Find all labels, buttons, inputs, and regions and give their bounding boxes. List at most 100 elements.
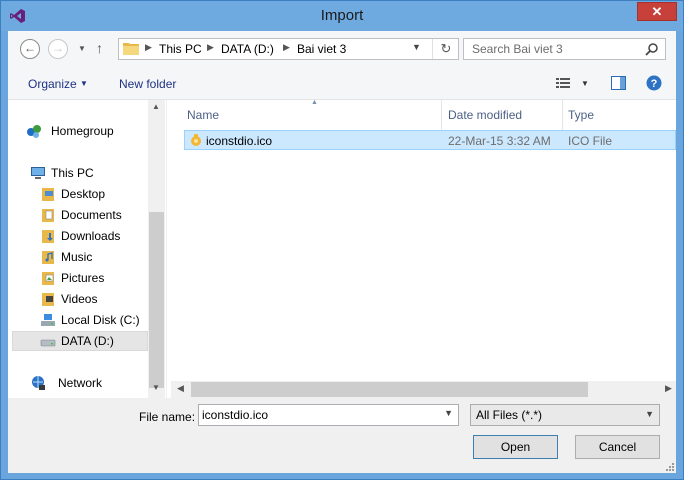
address-bar[interactable]: ▶ This PC ▶ DATA (D:) ▶ Bai viet 3 ▼ ↻	[118, 38, 459, 60]
search-icon[interactable]	[645, 42, 659, 56]
forward-arrow-icon: →	[52, 41, 64, 55]
file-row-selected[interactable]: iconstdio.ico 22-Mar-15 3:32 AM ICO File	[184, 130, 676, 150]
nav-item-pictures[interactable]: Pictures	[40, 268, 146, 288]
ico-file-icon	[191, 134, 201, 146]
scroll-up-icon[interactable]: ▲	[152, 102, 160, 111]
import-dialog: Import ✕ ← → ▼ ↑ ▶ This PC ▶ DATA (D:) ▶…	[0, 0, 684, 480]
search-box[interactable]: Search Bai viet 3	[463, 38, 666, 60]
scroll-down-icon[interactable]: ▼	[152, 383, 160, 392]
navigation-scrollbar[interactable]: ▲ ▼	[148, 100, 165, 398]
nav-item-label: Local Disk (C:)	[61, 313, 140, 327]
pane-splitter[interactable]	[166, 100, 167, 398]
local-disk-icon	[41, 314, 55, 326]
file-type-filter[interactable]: All Files (*.*) ▼	[470, 404, 660, 426]
dialog-body: ← → ▼ ↑ ▶ This PC ▶ DATA (D:) ▶ Bai viet…	[8, 31, 676, 473]
nav-item-label: DATA (D:)	[61, 334, 114, 348]
navigation-scrollbar-thumb[interactable]	[149, 212, 164, 388]
column-header-name[interactable]: Name	[187, 108, 219, 122]
breadcrumb-separator-icon[interactable]: ▶	[145, 42, 152, 53]
nav-homegroup[interactable]: Homegroup	[26, 121, 146, 141]
column-header-type[interactable]: Type	[568, 108, 594, 122]
nav-item-desktop[interactable]: Desktop	[40, 184, 146, 204]
svg-text:?: ?	[651, 78, 658, 90]
open-button[interactable]: Open	[473, 435, 558, 459]
nav-this-pc-label: This PC	[51, 166, 94, 180]
nav-item-label: Desktop	[61, 187, 106, 201]
back-button[interactable]: ←	[20, 39, 40, 59]
nav-item-documents[interactable]: Documents	[40, 205, 146, 225]
content-area: Homegroup This PC Desktop Documents Down…	[8, 99, 676, 398]
music-folder-icon	[42, 251, 54, 264]
window-title: Import	[320, 7, 364, 24]
nav-item-local-disk[interactable]: Local Disk (C:)	[40, 310, 146, 330]
sort-ascending-icon: ▲	[311, 99, 318, 106]
cancel-button[interactable]: Cancel	[575, 435, 660, 459]
view-details-icon[interactable]	[556, 77, 570, 89]
breadcrumb-separator-icon[interactable]: ▶	[283, 42, 290, 53]
column-divider[interactable]	[562, 100, 563, 130]
file-type: ICO File	[568, 134, 613, 148]
address-dropdown-icon[interactable]: ▼	[412, 42, 421, 52]
bottom-panel: File name: ▼ All Files (*.*) ▼ Open Canc…	[8, 398, 676, 473]
nav-network-label: Network	[58, 376, 103, 390]
nav-item-videos[interactable]: Videos	[40, 289, 146, 309]
nav-item-label: Pictures	[61, 271, 105, 285]
preview-pane-icon[interactable]	[611, 76, 626, 90]
drive-icon	[40, 339, 56, 347]
close-icon: ✕	[651, 4, 663, 19]
organize-button[interactable]: Organize	[28, 77, 77, 91]
desktop-folder-icon	[42, 188, 54, 201]
pictures-folder-icon	[42, 272, 54, 285]
nav-item-data-drive[interactable]: DATA (D:)	[12, 331, 148, 351]
breadcrumb-this-pc[interactable]: This PC	[159, 42, 202, 56]
nav-network[interactable]: Network	[30, 373, 146, 393]
address-row: ← → ▼ ↑ ▶ This PC ▶ DATA (D:) ▶ Bai viet…	[8, 31, 676, 67]
organize-chevron-icon[interactable]: ▼	[80, 79, 88, 88]
command-bar: Organize ▼ New folder ▼ ?	[8, 67, 676, 100]
computer-icon	[31, 167, 45, 179]
nav-this-pc[interactable]: This PC	[30, 163, 146, 183]
refresh-button[interactable]: ↻	[432, 39, 459, 59]
downloads-folder-icon	[42, 230, 54, 243]
new-folder-button[interactable]: New folder	[119, 77, 176, 91]
file-name-combobox[interactable]: ▼	[198, 404, 459, 426]
resize-grip-icon[interactable]	[666, 463, 674, 471]
help-icon[interactable]: ?	[646, 75, 662, 91]
documents-folder-icon	[42, 209, 54, 222]
nav-item-label: Documents	[61, 208, 122, 222]
file-list: ▲ Name Date modified Type iconstdio.ico …	[171, 99, 676, 398]
scroll-right-icon[interactable]: ▶	[665, 383, 672, 394]
folder-icon	[123, 43, 139, 55]
forward-button[interactable]: →	[48, 39, 68, 59]
horizontal-scrollbar[interactable]: ◀ ▶	[171, 381, 676, 398]
file-name: iconstdio.ico	[206, 134, 273, 148]
nav-item-label: Videos	[61, 292, 98, 306]
title-bar[interactable]: Import ✕	[1, 1, 683, 31]
view-options-chevron-icon[interactable]: ▼	[581, 79, 589, 88]
file-type-filter-value: All Files (*.*)	[476, 408, 543, 422]
up-arrow-icon[interactable]: ↑	[96, 40, 103, 56]
nav-item-label: Music	[61, 250, 93, 264]
nav-item-music[interactable]: Music	[40, 247, 146, 267]
breadcrumb-data-drive[interactable]: DATA (D:)	[221, 42, 274, 56]
column-divider[interactable]	[441, 100, 442, 130]
file-name-label: File name:	[139, 410, 196, 424]
scroll-left-icon[interactable]: ◀	[177, 383, 184, 394]
filter-dropdown-icon[interactable]: ▼	[645, 409, 654, 419]
breadcrumb-separator-icon[interactable]: ▶	[207, 42, 214, 53]
column-header-date-modified[interactable]: Date modified	[448, 108, 522, 122]
back-arrow-icon: ←	[24, 41, 36, 55]
close-button[interactable]: ✕	[637, 2, 677, 21]
search-placeholder: Search Bai viet 3	[472, 42, 563, 56]
refresh-icon: ↻	[440, 41, 452, 56]
file-date-modified: 22-Mar-15 3:32 AM	[448, 134, 551, 148]
nav-item-downloads[interactable]: Downloads	[40, 226, 146, 246]
horizontal-scrollbar-thumb[interactable]	[191, 382, 588, 397]
nav-item-label: Downloads	[61, 229, 121, 243]
recent-locations-chevron-icon[interactable]: ▼	[78, 44, 86, 53]
file-name-field[interactable]	[202, 407, 432, 423]
network-icon	[32, 376, 45, 390]
nav-homegroup-label: Homegroup	[51, 124, 114, 138]
file-name-dropdown-icon[interactable]: ▼	[444, 408, 453, 418]
breadcrumb-bai-viet-3[interactable]: Bai viet 3	[297, 42, 346, 56]
